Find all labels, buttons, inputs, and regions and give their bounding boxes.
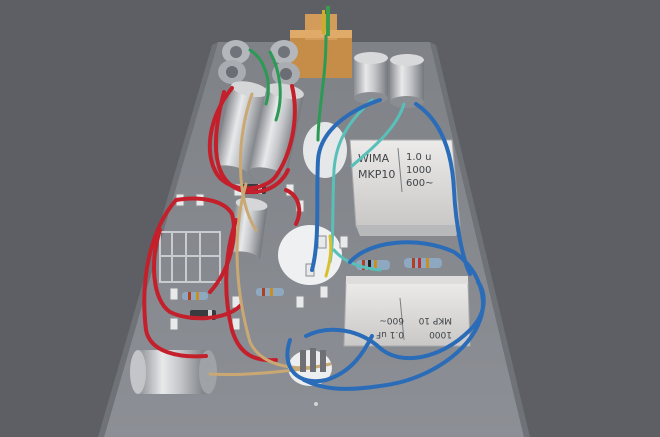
wima-1-voltage: 1000 <box>406 165 431 176</box>
amplifier-3d-render: WIMA MKP10 1.0 u 1000 600~ MKP 10 0.1 uF… <box>0 0 660 437</box>
wima-1-tolerance: 600~ <box>406 178 433 189</box>
wima-2-tolerance: 600~ <box>379 315 404 325</box>
chassis-hole <box>303 122 347 178</box>
wima-2-voltage: 1000 <box>429 329 452 339</box>
wima-1-series: MKP10 <box>358 168 395 181</box>
capacitor-top-right-1 <box>354 52 388 104</box>
wima-1-value: 1.0 u <box>406 152 431 163</box>
wima-2-value: 0.1 uF <box>376 329 404 339</box>
capacitor-top-right-2 <box>390 54 424 108</box>
wima-2-series: MKP 10 <box>418 315 452 325</box>
